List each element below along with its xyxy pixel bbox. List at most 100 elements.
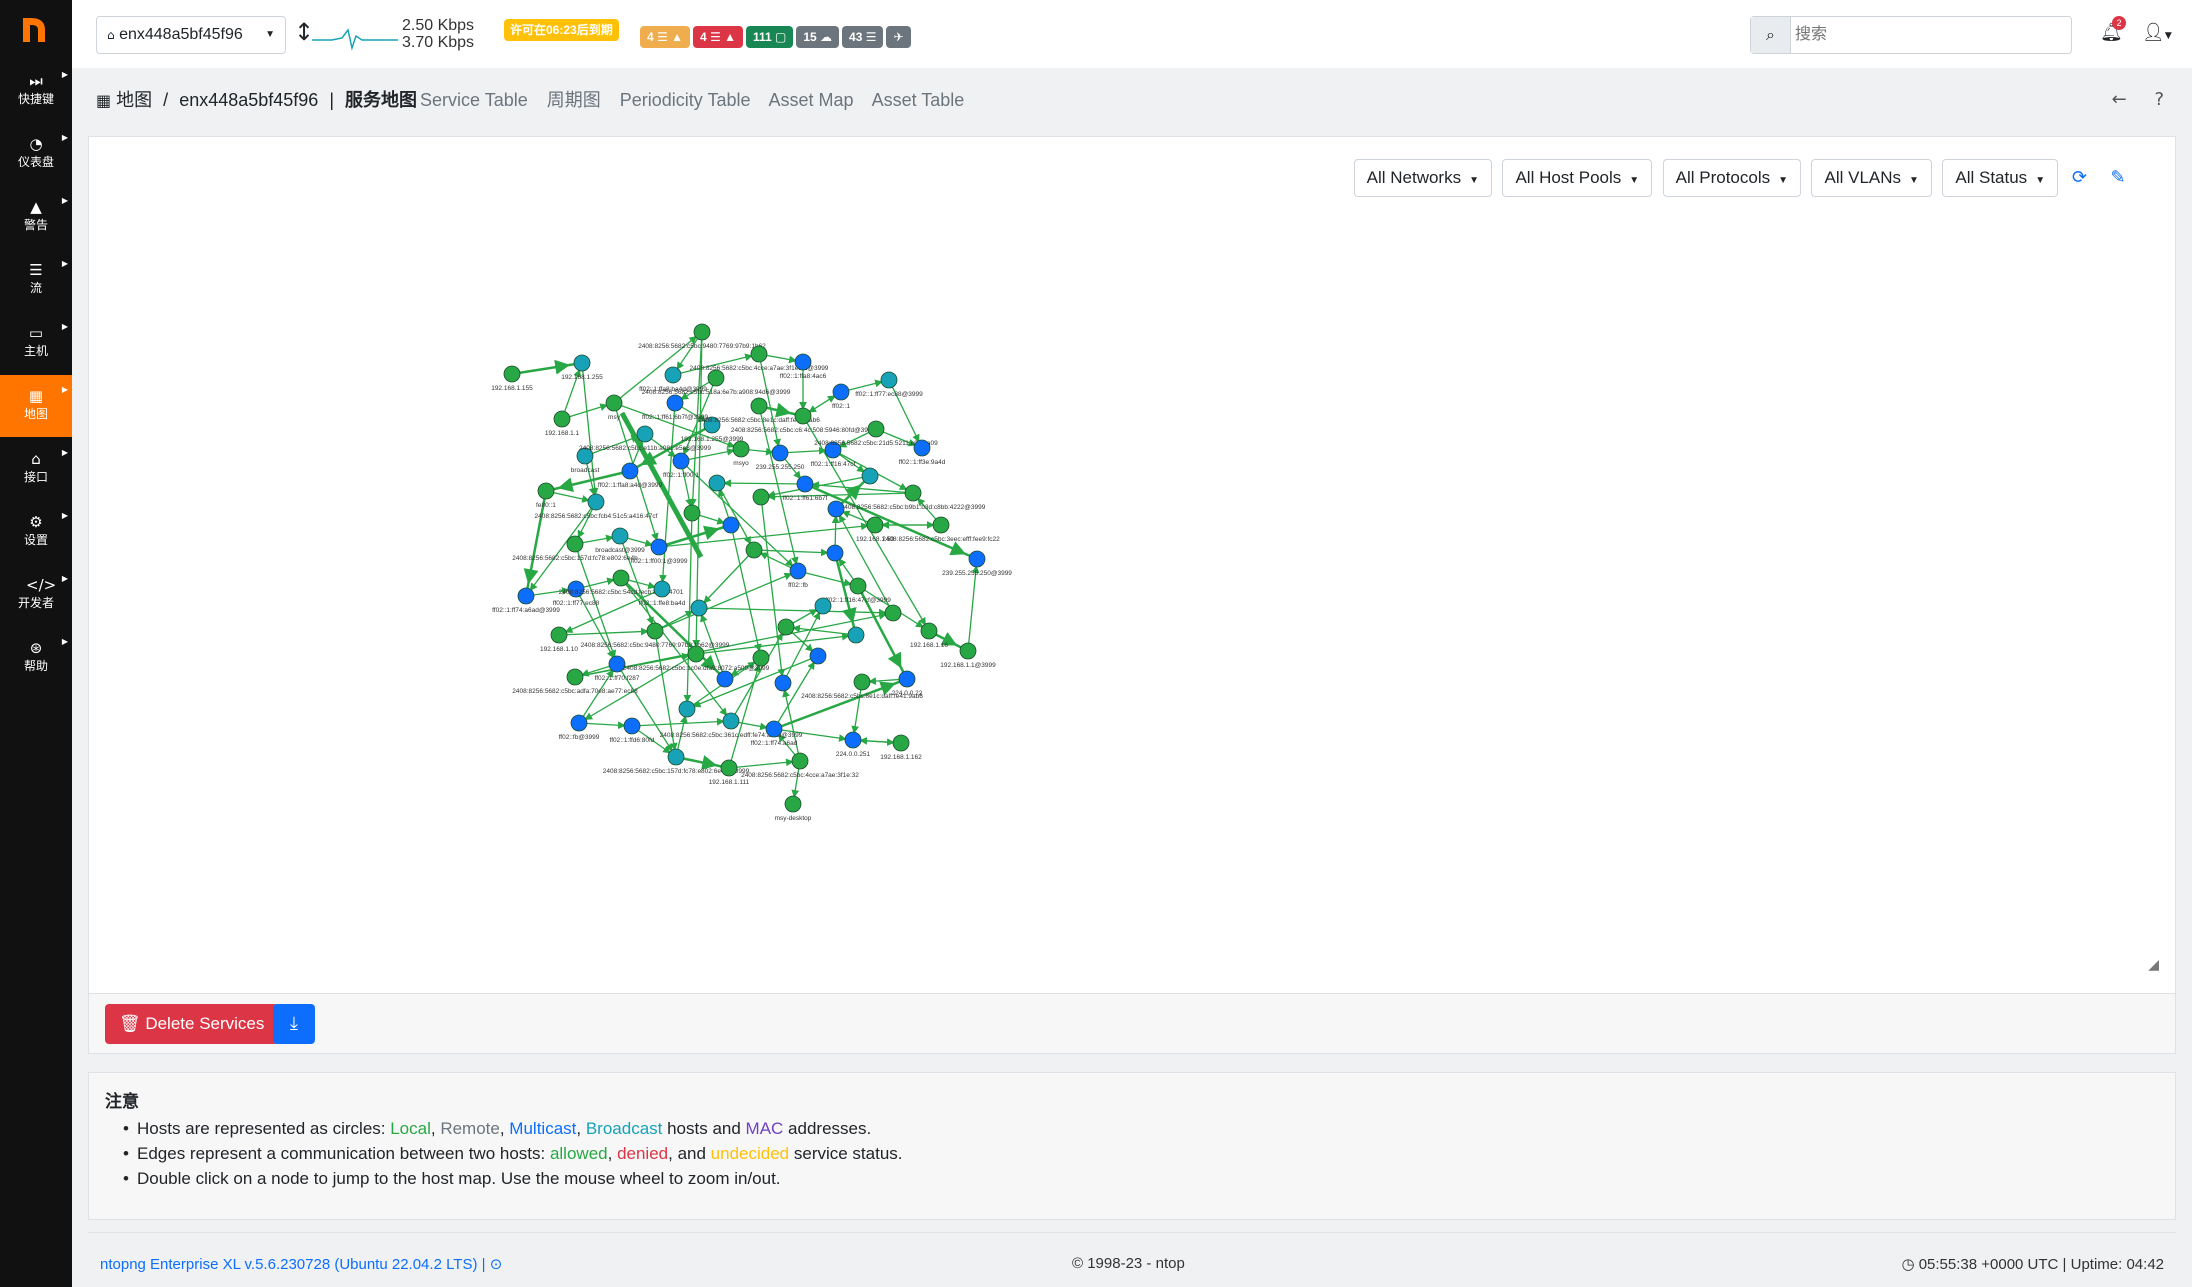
- graph-node-circle[interactable]: [611, 527, 629, 545]
- filter-vlans[interactable]: All VLANs ▼: [1811, 159, 1932, 197]
- user-icon[interactable]: 👤︎▼: [2142, 22, 2172, 43]
- graph-node[interactable]: fe80::1: [536, 482, 556, 509]
- edit-pencil-icon[interactable]: ✎: [2101, 159, 2135, 197]
- status-badge[interactable]: 4 ☰ ▲: [692, 26, 743, 48]
- graph-node-circle[interactable]: [827, 500, 845, 518]
- graph-node-circle[interactable]: [716, 670, 734, 688]
- graph-node-circle[interactable]: [968, 550, 986, 568]
- footer-version[interactable]: ntopng Enterprise XL v.5.6.230728 (Ubunt…: [100, 1255, 502, 1273]
- sidebar-item-9[interactable]: ⊛ 帮助 ▶: [0, 627, 72, 689]
- graph-node-circle[interactable]: [861, 467, 879, 485]
- graph-node[interactable]: ff02::1:ff00:1: [663, 452, 699, 479]
- graph-node-circle[interactable]: [774, 674, 792, 692]
- graph-node-circle[interactable]: [566, 535, 584, 553]
- status-badge[interactable]: ✈: [886, 26, 911, 48]
- graph-node-circle[interactable]: [814, 597, 832, 615]
- graph-node-circle[interactable]: [784, 795, 802, 813]
- delete-services-button[interactable]: 🗑︎ Delete Services: [105, 1004, 279, 1044]
- graph-node-circle[interactable]: [573, 354, 591, 372]
- sidebar-item-2[interactable]: ▲ 警告 ▶: [0, 186, 72, 248]
- graph-node-circle[interactable]: [646, 622, 664, 640]
- tab-service-table[interactable]: Service Table: [420, 90, 528, 110]
- graph-node-circle[interactable]: [621, 462, 639, 480]
- graph-node-circle[interactable]: [605, 394, 623, 412]
- resize-handle-icon[interactable]: ◢: [2148, 956, 2159, 973]
- graph-node-circle[interactable]: [791, 752, 809, 770]
- graph-node-circle[interactable]: [898, 670, 916, 688]
- graph-node[interactable]: 192.168.1.255: [561, 354, 603, 381]
- graph-node[interactable]: 224.0.0.251: [836, 731, 871, 758]
- graph-node[interactable]: 2408:8256:5682:c5bc:1c0e:dfa9:8072:a509@…: [623, 645, 770, 672]
- filter-protocols[interactable]: All Protocols ▼: [1662, 159, 1802, 197]
- sidebar-item-5[interactable]: ▦ 地图 ▶: [0, 375, 72, 437]
- graph-node-circle[interactable]: [777, 618, 795, 636]
- graph-node[interactable]: ff02::fb: [788, 562, 808, 589]
- search-input[interactable]: [1795, 17, 2065, 53]
- tab-periodicity-table[interactable]: Periodicity Table: [620, 90, 751, 110]
- graph-node-circle[interactable]: [959, 642, 977, 660]
- graph-node[interactable]: ff02::1:ff74:a6ad@3999: [492, 587, 560, 614]
- graph-node-circle[interactable]: [683, 504, 701, 522]
- tab-periodicity-map[interactable]: 周期图: [547, 90, 601, 110]
- refresh-icon[interactable]: ⟳: [2063, 159, 2097, 197]
- graph-node[interactable]: 2408:8256:5682:c5bc:9480:7769:97b9:1b62: [638, 323, 766, 350]
- graph-node-circle[interactable]: [566, 668, 584, 686]
- breadcrumb-interface[interactable]: enx448a5bf45f96: [179, 90, 318, 110]
- graph-node-circle[interactable]: [832, 383, 850, 401]
- graph-node[interactable]: 239.255.255.250@3999: [942, 550, 1012, 577]
- ntop-logo-icon[interactable]: [17, 12, 51, 46]
- traffic-widget[interactable]: ↕ 2.50 Kbps 3.70 Kbps: [294, 14, 494, 54]
- graph-node[interactable]: 2408:8256:5682:c5bc:3eec:efff:fee9:fc22: [882, 516, 1000, 543]
- graph-node-circle[interactable]: [720, 759, 738, 777]
- sidebar-item-1[interactable]: ◔ 仪表盘 ▶: [0, 123, 72, 185]
- graph-node[interactable]: 192.168.1.155: [491, 365, 533, 392]
- graph-node-circle[interactable]: [904, 484, 922, 502]
- graph-node-circle[interactable]: [789, 562, 807, 580]
- sidebar-item-8[interactable]: </> 开发者 ▶: [0, 564, 72, 626]
- graph-node[interactable]: msy: [605, 394, 623, 421]
- license-badge[interactable]: 许可在06:23后到期: [504, 19, 619, 41]
- graph-node[interactable]: 2408:8256:5682:c5bc:9480:7769:97b9:1b62@…: [581, 622, 730, 649]
- graph-node-circle[interactable]: [765, 720, 783, 738]
- status-badge[interactable]: 15 ☁: [796, 26, 840, 48]
- graph-node-circle[interactable]: [653, 580, 671, 598]
- github-icon[interactable]: ⊙: [490, 1255, 503, 1273]
- graph-node[interactable]: ff02::1:ffd6:80fd: [610, 717, 655, 744]
- sidebar-item-0[interactable]: ⏭ 快捷键 ▶: [0, 60, 72, 122]
- graph-node-circle[interactable]: [553, 410, 571, 428]
- graph-node[interactable]: ff02::1:ff61:6b7f: [783, 475, 828, 502]
- graph-node-circle[interactable]: [752, 649, 770, 667]
- graph-node-circle[interactable]: [750, 345, 768, 363]
- graph-node-circle[interactable]: [664, 366, 682, 384]
- download-button[interactable]: ⤓: [273, 1004, 315, 1044]
- graph-node-circle[interactable]: [771, 444, 789, 462]
- tab-asset-table[interactable]: Asset Table: [872, 90, 965, 110]
- status-badge[interactable]: 43 ☰: [842, 26, 884, 48]
- help-icon[interactable]: ?: [2154, 89, 2164, 110]
- graph-node-circle[interactable]: [844, 731, 862, 749]
- graph-node[interactable]: msy-desktop: [775, 795, 812, 822]
- graph-node-circle[interactable]: [690, 599, 708, 617]
- sidebar-item-7[interactable]: ⚙ 设置 ▶: [0, 501, 72, 563]
- graph-node-circle[interactable]: [826, 544, 844, 562]
- service-map-graph[interactable]: 192.168.1.155 192.168.1.255 192.168.1.1 msy…: [89, 137, 2175, 993]
- graph-node-circle[interactable]: [884, 604, 902, 622]
- graph-node-circle[interactable]: [570, 714, 588, 732]
- graph-node-circle[interactable]: [623, 717, 641, 735]
- interface-select[interactable]: ⌂ enx448a5bf45f96 ▼: [96, 16, 286, 54]
- graph-node-circle[interactable]: [880, 371, 898, 389]
- tab-asset-map[interactable]: Asset Map: [769, 90, 854, 110]
- breadcrumb-root[interactable]: 地图: [116, 90, 152, 110]
- graph-node-circle[interactable]: [687, 645, 705, 663]
- graph-node[interactable]: ff02::1:ff77:ec88@3999: [855, 371, 923, 398]
- filter-host-pools[interactable]: All Host Pools ▼: [1502, 159, 1653, 197]
- graph-node[interactable]: 2408:8256:5682:c5bc:adfa:70e8:ae77:ec88: [512, 668, 638, 695]
- status-badge[interactable]: 111 ▢: [745, 26, 794, 48]
- search-icon[interactable]: ⌕: [1751, 17, 1791, 53]
- graph-node-circle[interactable]: [537, 482, 555, 500]
- graph-node-circle[interactable]: [587, 493, 605, 511]
- graph-node[interactable]: 192.168.1.16: [910, 622, 948, 649]
- graph-node-circle[interactable]: [809, 647, 827, 665]
- filter-status[interactable]: All Status ▼: [1942, 159, 2059, 197]
- graph-node-circle[interactable]: [612, 569, 630, 587]
